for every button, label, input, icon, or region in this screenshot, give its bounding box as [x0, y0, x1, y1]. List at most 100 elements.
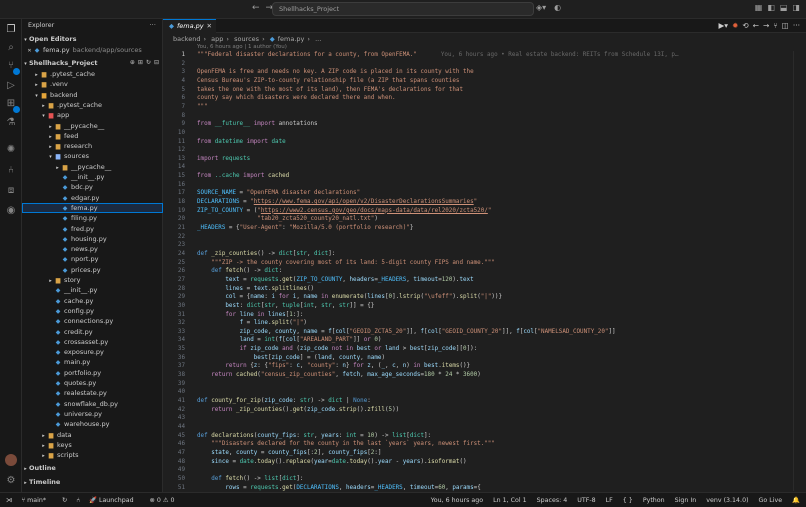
next-change-icon[interactable]: →	[763, 21, 769, 30]
close-icon[interactable]: ✕	[26, 46, 33, 56]
tree-file[interactable]: ◆ fema.py	[22, 202, 163, 214]
blame-status[interactable]: You, 6 hours ago	[431, 497, 483, 504]
tree-file[interactable]: ◆ bdc.py	[22, 182, 163, 192]
graph-icon[interactable]: ⑃	[76, 497, 80, 504]
breadcrumb-sources[interactable]: sources	[234, 35, 259, 43]
timeline-section[interactable]: ▸ Timeline	[22, 477, 163, 487]
tree-file[interactable]: ◆ housing.py	[22, 234, 163, 244]
tree-file[interactable]: ◆ filing.py	[22, 213, 163, 223]
tree-folder[interactable]: ▾ ▆ sources	[22, 151, 163, 161]
git-compare-icon[interactable]: ⑂	[773, 21, 778, 30]
tree-folder[interactable]: ▸ ▆ .pytest_cache	[22, 69, 163, 79]
copilot-icon[interactable]: ◈▾	[536, 3, 546, 12]
tree-file[interactable]: ◆ fred.py	[22, 224, 163, 234]
branch-indicator[interactable]: ⑂ main*	[21, 497, 53, 504]
breadcrumb-app[interactable]: app	[211, 35, 223, 43]
problems-indicator[interactable]: ⊗ 0 ⚠ 0	[150, 497, 175, 504]
run-file-icon[interactable]: ▶▾	[719, 21, 729, 30]
language-mode[interactable]: { } Python	[623, 497, 665, 504]
sync-icon[interactable]: ↻	[62, 497, 67, 504]
python-env[interactable]: venv (3.14.0)	[706, 497, 748, 504]
testing-icon[interactable]: ⚗	[4, 116, 18, 130]
tree-file[interactable]: ◆ cache.py	[22, 296, 163, 306]
tree-file[interactable]: ◆ exposure.py	[22, 347, 163, 357]
tree-folder[interactable]: ▸ ▆ __pycache__	[22, 121, 163, 131]
breadcrumb-backend[interactable]: backend	[173, 35, 200, 43]
layout-grid-icon[interactable]: ▦	[755, 3, 763, 12]
breadcrumb-symbol[interactable]: ...	[315, 35, 321, 43]
tree-folder[interactable]: ▸ ▆ .venv	[22, 79, 163, 89]
tree-file[interactable]: ◆ nport.py	[22, 254, 163, 264]
tree-folder[interactable]: ▸ ▆ story	[22, 275, 163, 285]
tree-file[interactable]: ◆ connections.py	[22, 316, 163, 326]
open-editor-item[interactable]: ✕ ◆ fema.py backend/app/sources	[22, 45, 163, 55]
indentation[interactable]: Spaces: 4	[537, 497, 568, 504]
refresh-icon[interactable]: ↻	[146, 59, 151, 66]
tree-file[interactable]: ◆ crossasset.py	[22, 337, 163, 347]
tree-file[interactable]: ◆ __init__.py	[22, 285, 163, 295]
accounts-badge-icon[interactable]: ◐	[554, 3, 561, 12]
timeline-compare-icon[interactable]: ⟲	[742, 21, 748, 30]
notifications-bell-icon[interactable]: 🔔	[792, 497, 800, 504]
extension-action-icon[interactable]: ✹	[732, 21, 738, 30]
tree-folder[interactable]: ▾ ▆ backend	[22, 90, 163, 100]
tree-file[interactable]: ◆ edgar.py	[22, 193, 163, 203]
run-debug-icon[interactable]: ▷	[4, 79, 18, 93]
toggle-secondary-sidebar-icon[interactable]: ◨	[792, 3, 800, 12]
command-center-search[interactable]: Shellhacks_Project	[272, 2, 534, 16]
tree-folder[interactable]: ▸ ▆ __pycache__	[22, 162, 163, 172]
go-live[interactable]: Go Live	[759, 497, 783, 504]
tree-file[interactable]: ◆ credit.py	[22, 327, 163, 337]
tree-file[interactable]: ◆ snowflake_db.py	[22, 399, 163, 409]
tree-folder[interactable]: ▸ ▆ keys	[22, 440, 163, 450]
tree-file[interactable]: ◆ main.py	[22, 357, 163, 367]
launchpad-item[interactable]: 🚀 Launchpad	[89, 497, 141, 504]
tree-folder[interactable]: ▸ ▆ research	[22, 141, 163, 151]
tree-file[interactable]: ◆ news.py	[22, 244, 163, 254]
open-editors-section[interactable]: ▾ Open Editors	[22, 34, 163, 44]
remote-icon[interactable]: ⋊	[6, 497, 12, 504]
cursor-position[interactable]: Ln 1, Col 1	[493, 497, 527, 504]
tree-folder[interactable]: ▸ ▆ scripts	[22, 450, 163, 460]
search-icon[interactable]: ⌕	[4, 41, 18, 55]
previous-change-icon[interactable]: ←	[753, 21, 759, 30]
back-arrow-icon[interactable]: ←	[252, 3, 260, 13]
more-actions-icon[interactable]: ···	[793, 21, 800, 30]
tree-folder[interactable]: ▸ ▆ .pytest_cache	[22, 100, 163, 110]
tree-file[interactable]: ◆ realestate.py	[22, 388, 163, 398]
more-actions-icon[interactable]: ···	[149, 21, 156, 29]
gitlens-icon[interactable]: ⑃	[4, 164, 18, 178]
tree-file[interactable]: ◆ config.py	[22, 306, 163, 316]
containers-icon[interactable]: ⧈	[4, 184, 18, 198]
tree-folder[interactable]: ▾ ▆ app	[22, 110, 163, 120]
encoding[interactable]: UTF-8	[577, 497, 595, 504]
project-section[interactable]: ▾ Shellhacks_Project ⊕ ⊞ ↻ ⊟	[22, 58, 163, 68]
scrollbar-track[interactable]	[793, 51, 794, 491]
tree-file[interactable]: ◆ __init__.py	[22, 172, 163, 182]
collapse-all-icon[interactable]: ⊟	[154, 59, 159, 66]
tree-file[interactable]: ◆ prices.py	[22, 265, 163, 275]
account-avatar[interactable]	[5, 454, 17, 466]
explorer-icon[interactable]: ❐	[4, 23, 18, 37]
copilot-chat-icon[interactable]: ◉	[4, 204, 18, 218]
toggle-sidebar-icon[interactable]: ◧	[767, 3, 775, 12]
source-control-icon[interactable]: ⑂	[4, 59, 20, 75]
tree-file[interactable]: ◆ quotes.py	[22, 378, 163, 388]
tree-file[interactable]: ◆ warehouse.py	[22, 419, 163, 429]
tree-folder[interactable]: ▸ ▆ data	[22, 430, 163, 440]
tree-folder[interactable]: ▸ ▆ feed	[22, 131, 163, 141]
tree-file[interactable]: ◆ universe.py	[22, 409, 163, 419]
tree-file[interactable]: ◆ portfolio.py	[22, 368, 163, 378]
outline-section[interactable]: ▸ Outline	[22, 463, 163, 473]
tab-fema-py[interactable]: ◆ fema.py ✕	[163, 19, 216, 33]
git-blame-codelens[interactable]: You, 6 hours ago | 1 author (You)	[197, 44, 287, 50]
new-file-icon[interactable]: ⊕	[130, 59, 135, 66]
extensions-icon[interactable]: ⊞	[4, 97, 20, 113]
remote-explorer-icon[interactable]: ✺	[4, 143, 18, 157]
split-editor-icon[interactable]: ◫	[782, 21, 789, 30]
toggle-panel-icon[interactable]: ⬓	[780, 3, 788, 12]
close-tab-icon[interactable]: ✕	[207, 20, 212, 33]
end-of-line[interactable]: LF	[606, 497, 613, 504]
settings-gear-icon[interactable]: ⚙	[4, 474, 18, 488]
new-folder-icon[interactable]: ⊞	[138, 59, 143, 66]
